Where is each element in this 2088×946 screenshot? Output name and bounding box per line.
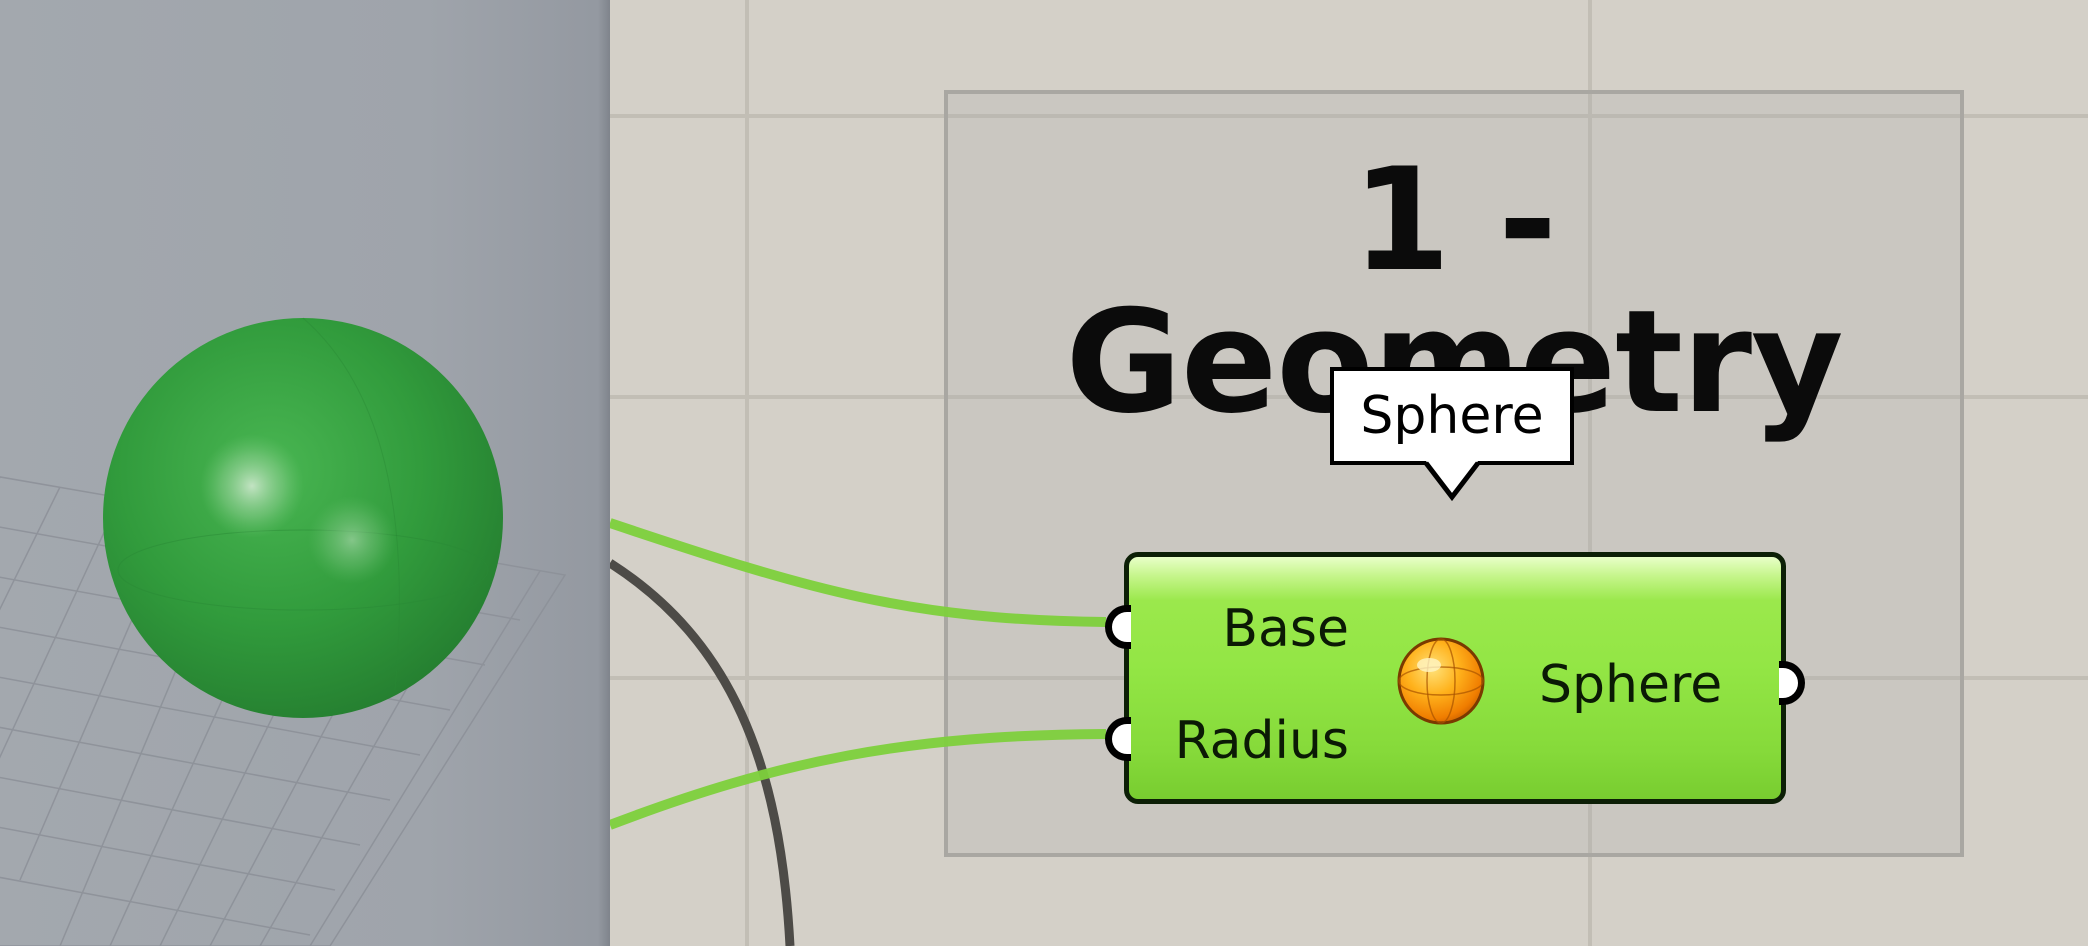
sphere-component[interactable]: Base Radius Sphere <box>1105 552 1805 804</box>
sphere-icon <box>1397 637 1485 725</box>
component-nickname-bubble: Sphere <box>1330 367 1574 465</box>
wire-to-base <box>610 518 1107 627</box>
rhino-viewport[interactable] <box>0 0 610 946</box>
output-label-sphere[interactable]: Sphere <box>1539 659 1722 711</box>
wires-layer <box>610 518 1107 946</box>
component-nickname: Sphere <box>1360 386 1544 446</box>
viewport-splitter[interactable] <box>598 0 610 946</box>
input-label-base[interactable]: Base <box>1222 603 1349 655</box>
app-root: 1 - Geometry Sphere Base Radius Sphere <box>0 0 2088 946</box>
viewport-scene <box>0 317 567 946</box>
grasshopper-canvas[interactable]: 1 - Geometry Sphere Base Radius Sphere <box>610 0 2088 946</box>
input-label-radius[interactable]: Radius <box>1175 715 1349 767</box>
wire-inactive <box>610 559 795 946</box>
wire-to-radius <box>610 729 1107 830</box>
sphere-preview <box>103 317 503 718</box>
bubble-tail <box>1424 461 1480 502</box>
